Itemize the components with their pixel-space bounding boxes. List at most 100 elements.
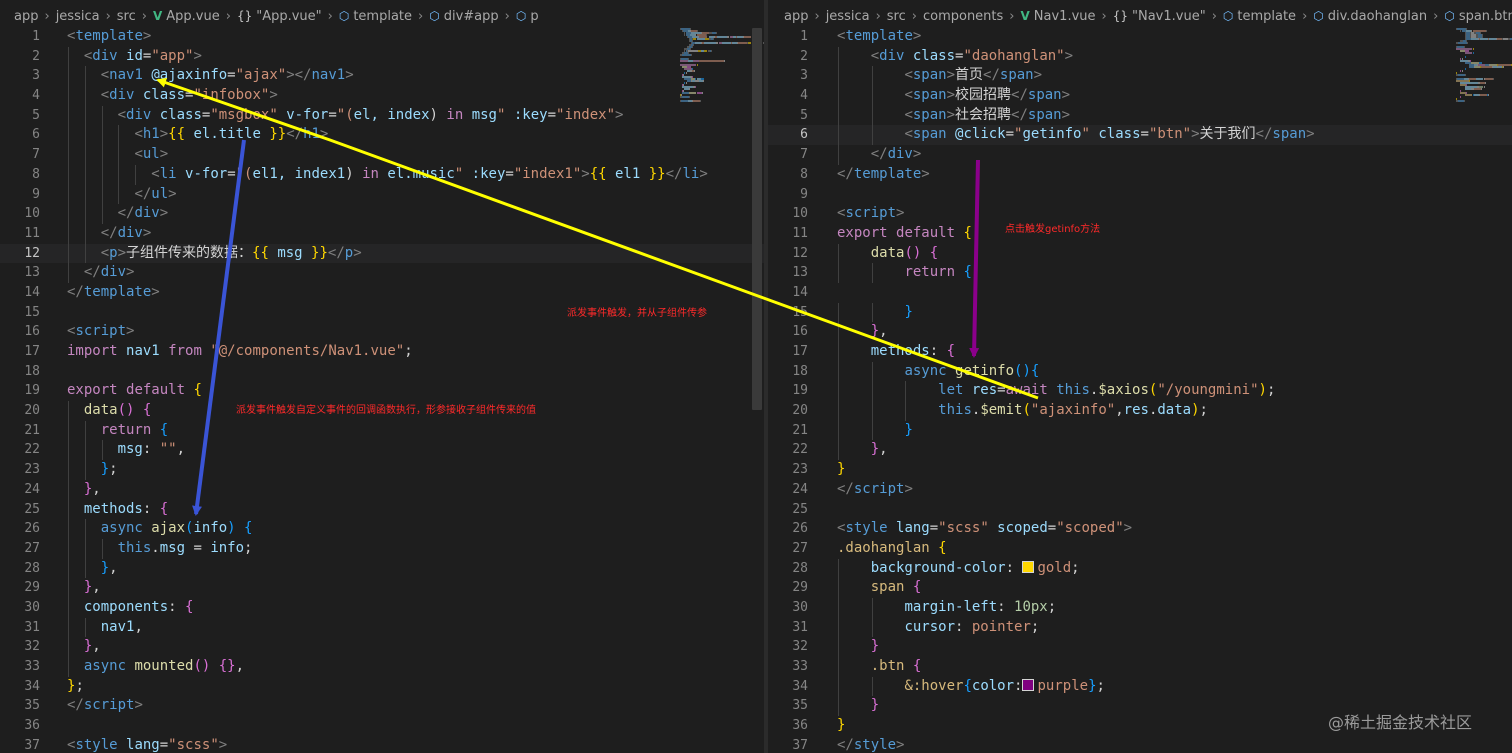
code-line[interactable]: 32 }, (0, 637, 764, 657)
code-line[interactable]: 16 }, (768, 322, 1512, 342)
code-token: msg (277, 244, 303, 261)
code-line[interactable]: 13 </div> (0, 263, 764, 283)
code-line[interactable]: 32 } (768, 637, 1512, 657)
code-line[interactable]: 24 </script> (768, 480, 1512, 500)
code-line[interactable]: 10 </div> (0, 204, 764, 224)
code-line[interactable]: 19 export default { (0, 381, 764, 401)
code-line[interactable]: 1 <template> (0, 27, 764, 47)
code-line[interactable]: 34}; (0, 677, 764, 697)
line-number: 9 (32, 186, 40, 202)
code-line[interactable]: 5 <span>社会招聘</span> (768, 105, 1512, 126)
breadcrumb-item[interactable]: ⬡ p (514, 9, 541, 24)
code-line[interactable]: 2 <div class="daohanglan"> (768, 46, 1512, 67)
code-line[interactable]: 31 cursor: pointer; (768, 617, 1512, 638)
code-line[interactable]: 17 methods: { (768, 342, 1512, 362)
breadcrumb-item[interactable]: {} "Nav1.vue" (1111, 9, 1208, 24)
code-line[interactable]: 29 span { (768, 578, 1512, 598)
code-line[interactable]: 14 (768, 283, 1512, 303)
code-line[interactable]: 33 .btn { (768, 657, 1512, 677)
breadcrumb-item[interactable]: src (115, 9, 138, 24)
breadcrumb-item[interactable]: components (921, 9, 1005, 24)
code-line[interactable]: 37 <style lang="scss"> (0, 736, 764, 753)
scrollbar-thumb[interactable] (752, 28, 762, 410)
code-line[interactable]: 25 methods: { (0, 499, 764, 520)
code-line[interactable]: 26 <style lang="scss" scoped="scoped"> (768, 519, 1512, 539)
code-line[interactable]: 33 async mounted() {}, (0, 657, 764, 677)
code-line[interactable]: 13 return { (768, 263, 1512, 283)
color-swatch[interactable] (1022, 678, 1035, 691)
breadcrumb-item[interactable]: ⬡ div.daohanglan (1311, 9, 1429, 24)
code-line[interactable]: 4 <span>校园招聘</span> (768, 86, 1512, 106)
code-line[interactable]: 22 }, (768, 440, 1512, 461)
code-line[interactable]: 11 export default { (768, 224, 1512, 244)
code-line[interactable]: 30 components: { (0, 597, 764, 618)
breadcrumb-item[interactable]: ⬡ template (1221, 9, 1298, 24)
code-line[interactable]: 27 .daohanglan { (768, 539, 1512, 559)
code-area[interactable]: 1 <template> 2 <div id="app"> 3 <nav1 @ajax… (0, 27, 764, 753)
code-line[interactable]: 34 &:hover{color: purple}; (768, 676, 1512, 697)
breadcrumb-item[interactable]: app (782, 9, 810, 24)
code-line[interactable]: 6 <span @click="getinfo" class="btn">关于我… (768, 125, 1512, 146)
code-line[interactable]: 24 }, (0, 479, 764, 500)
code-line[interactable]: 2 <div id="app"> (0, 46, 764, 67)
code-line[interactable]: 12 <p>子组件传来的数据：{{ msg }}</p> (0, 243, 764, 264)
code-line[interactable]: 6 <h1>{{ el.title }}</h1> (0, 125, 764, 146)
code-line[interactable]: 35 </script> (0, 696, 764, 716)
code-line[interactable]: 8 <li v-for="(el1, index1) in el.music" … (0, 164, 764, 185)
code-line[interactable]: 23 }; (0, 460, 764, 480)
code-line[interactable]: 18 (0, 362, 764, 382)
code-line[interactable]: 7 </div> (768, 145, 1512, 165)
breadcrumb-item[interactable]: {} "App.vue" (235, 9, 324, 24)
breadcrumb-item[interactable]: ⬡ span.btn (1442, 9, 1512, 24)
code-line[interactable]: 3 <span>首页</span> (768, 66, 1512, 87)
breadcrumb-item[interactable]: ⬡ div#app (427, 9, 500, 24)
editor-pane-app-vue[interactable]: app › jessica › src › V App.vue ›{} "App.vue" › ⬡ te… (0, 0, 764, 753)
color-swatch[interactable] (1022, 560, 1035, 573)
breadcrumb-item[interactable]: src (885, 9, 908, 24)
code-line[interactable]: 37 </style> (768, 736, 1512, 753)
code-line[interactable]: 10 <script> (768, 204, 1512, 224)
code-line[interactable]: 29 }, (0, 578, 764, 598)
code-line[interactable]: 8 </template> (768, 165, 1512, 185)
code-line[interactable]: 7 <ul> (0, 145, 764, 165)
editor-pane-nav1-vue[interactable]: app › jessica › src › components › V Nav1.vue ›{} "… (768, 0, 1512, 753)
code-line[interactable]: 19 let res=await this.$axios("/youngmini… (768, 381, 1512, 402)
code-line[interactable]: 3 <nav1 @ajaxinfo="ajax"></nav1> (0, 66, 764, 87)
code-line[interactable]: 21 } (768, 420, 1512, 441)
code-line[interactable]: 14 </template> (0, 283, 764, 303)
code-line[interactable]: 21 return { (0, 420, 764, 441)
minimap[interactable] (1456, 28, 1512, 103)
code-line[interactable]: 16 <script> (0, 322, 764, 342)
breadcrumb-item[interactable]: app (12, 9, 40, 24)
code-line[interactable]: 28 background-color: gold; (768, 558, 1512, 579)
code-line[interactable]: 30 margin-left: 10px; (768, 597, 1512, 618)
line-number: 17 (24, 344, 40, 359)
code-line[interactable]: 1 <template> (768, 27, 1512, 47)
breadcrumb-item[interactable]: V App.vue (151, 9, 222, 24)
code-line[interactable]: 17 import nav1 from "@/components/Nav1.vu… (0, 342, 764, 362)
code-area[interactable]: 1 <template> 2 <div class="daohanglan"> 3 <… (768, 27, 1512, 753)
code-line[interactable]: 23} (768, 460, 1512, 480)
code-line[interactable]: 11 </div> (0, 223, 764, 244)
minimap[interactable] (680, 28, 764, 103)
code-line[interactable]: 25 (768, 500, 1512, 520)
code-line[interactable]: 12 data() { (768, 243, 1512, 264)
breadcrumb-item[interactable]: jessica (54, 9, 102, 24)
breadcrumb-item[interactable]: ⬡ template (337, 9, 414, 24)
code-line[interactable]: 5 <div class="msgbox" v-for="(el, index)… (0, 105, 764, 126)
code-line[interactable]: 9 </ul> (0, 184, 764, 205)
code-line[interactable]: 22 msg: "", (0, 440, 764, 461)
code-line[interactable]: 15 } (768, 302, 1512, 323)
code-line[interactable]: 27 this.msg = info; (0, 538, 764, 559)
code-line[interactable]: 4 <div class="infobox"> (0, 86, 764, 106)
code-text: background-color: gold; (837, 559, 1080, 579)
breadcrumb-item[interactable]: jessica (824, 9, 872, 24)
code-line[interactable]: 31 nav1, (0, 617, 764, 638)
code-line[interactable]: 9 (768, 185, 1512, 205)
code-line[interactable]: 18 async getinfo(){ (768, 361, 1512, 382)
code-line[interactable]: 20 this.$emit("ajaxinfo",res.data); (768, 401, 1512, 421)
breadcrumb-item[interactable]: V Nav1.vue (1019, 9, 1098, 24)
code-line[interactable]: 26 async ajax(info) { (0, 519, 764, 539)
code-line[interactable]: 28 }, (0, 558, 764, 579)
code-line[interactable]: 36 (0, 716, 764, 736)
